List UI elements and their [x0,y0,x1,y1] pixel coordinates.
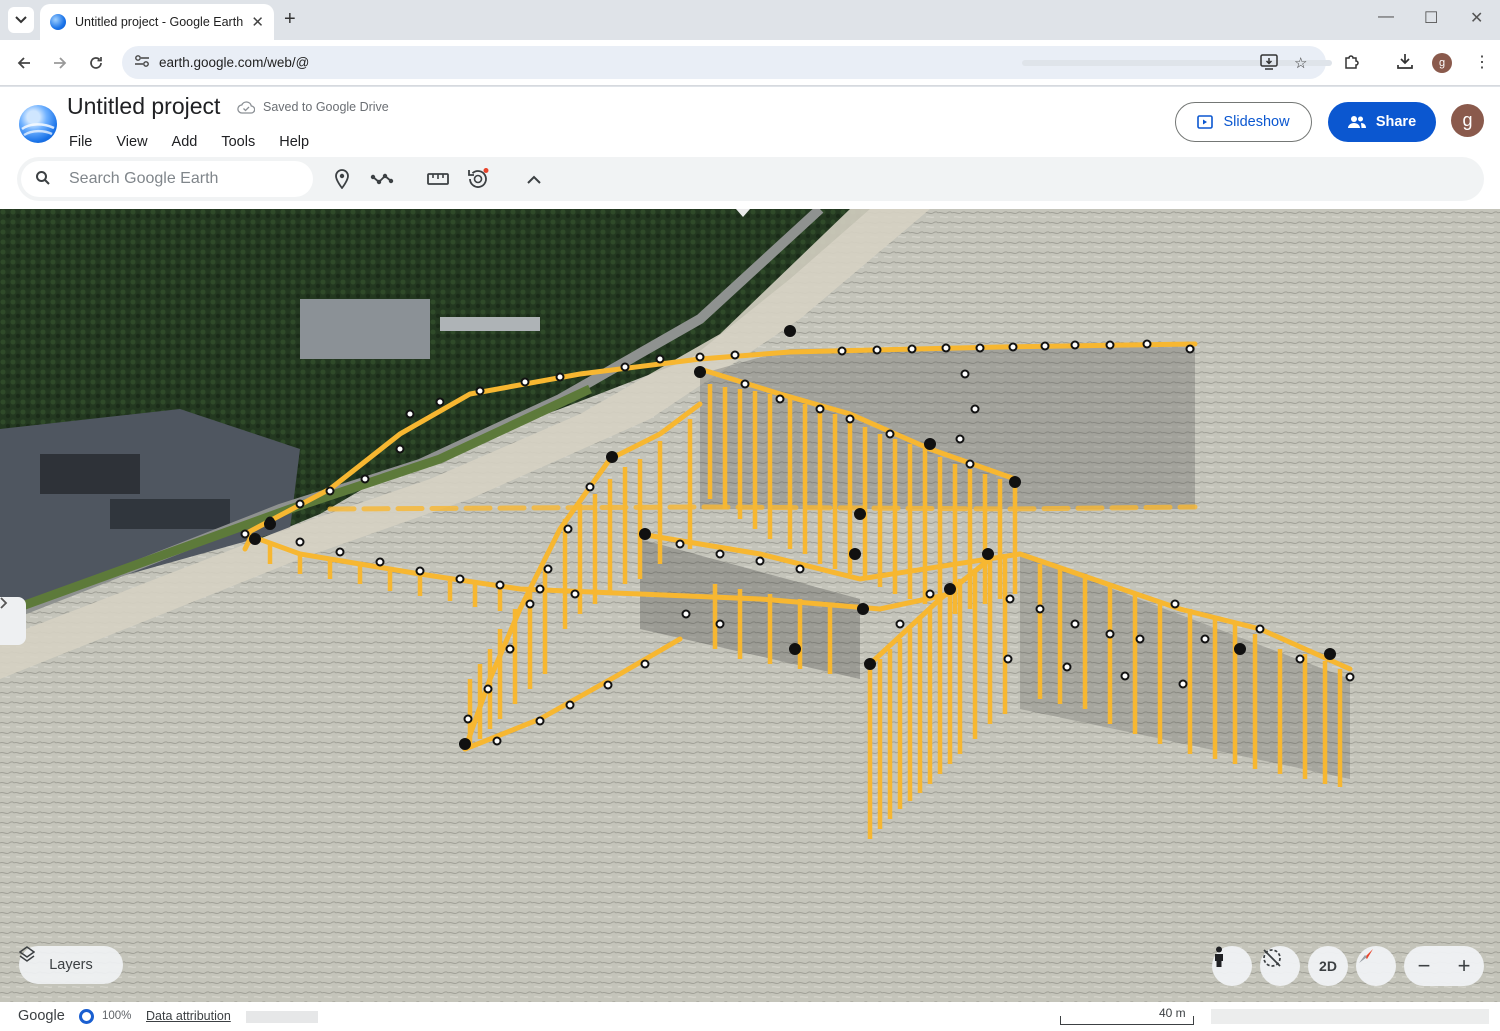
slideshow-label: Slideshow [1223,114,1290,130]
window-close-button[interactable]: ✕ [1470,8,1483,28]
site-settings-icon[interactable] [134,54,150,71]
map-footer: Google 100% Data attribution 40 m [0,1002,1500,1031]
cloud-done-icon [237,100,255,114]
search-icon [35,170,51,191]
layers-button[interactable]: Layers [19,946,123,984]
draw-path-icon[interactable] [370,167,394,191]
chevron-down-icon [15,16,27,24]
chevron-right-icon [0,597,8,609]
building [40,454,140,494]
zoom-in-button[interactable]: + [1458,953,1471,979]
tilt-reset-button[interactable] [1260,946,1300,986]
pegman-button[interactable] [1212,946,1252,986]
browser-tab[interactable]: Untitled project - Google Earth ✕ [40,4,274,40]
downloads-icon[interactable] [1396,52,1414,75]
maximize-button[interactable]: ☐ [1424,8,1438,28]
earth-header: Untitled project Saved to Google Drive F… [0,87,1500,209]
save-status: Saved to Google Drive [237,100,389,114]
extensions-icon[interactable] [1343,52,1361,75]
url-redacted [1022,60,1332,66]
zoom-controls: − + [1404,946,1484,986]
compass-button[interactable] [1356,946,1396,986]
slideshow-icon [1197,115,1214,129]
coordinates-redacted [1211,1009,1489,1024]
browser-toolbar: earth.google.com/web/@ ☆ g ⋮ [0,40,1500,86]
reload-button[interactable] [83,50,109,76]
tab-search-button[interactable] [8,7,34,33]
data-attribution-link[interactable]: Data attribution [146,1009,231,1023]
map-viewport[interactable]: Layers 2D − + [0,209,1500,1002]
loading-indicator-icon [79,1009,94,1024]
collapse-toolbar-chevron-up-icon[interactable] [522,167,546,191]
minimize-button[interactable]: — [1378,8,1394,26]
arrow-left-icon [17,57,30,69]
attribution-redacted [246,1011,318,1023]
bookmark-star-icon[interactable]: ☆ [1294,54,1307,72]
measure-ruler-icon[interactable] [426,167,450,191]
forward-button[interactable] [47,50,73,76]
search-input[interactable] [69,161,299,197]
browser-tab-bar: Untitled project - Google Earth ✕ + — ☐ … [0,0,1500,40]
install-app-icon[interactable] [1260,54,1278,74]
save-status-text: Saved to Google Drive [263,100,389,114]
people-icon [1347,116,1366,128]
scale-label: 40 m [1159,1006,1186,1020]
zoom-out-button[interactable]: − [1418,953,1431,979]
menu-help[interactable]: Help [279,134,309,150]
reload-icon [90,57,102,69]
share-label: Share [1375,114,1417,130]
building [110,499,230,529]
building [300,299,430,359]
menu-view[interactable]: View [116,134,147,150]
address-bar[interactable]: earth.google.com/web/@ ☆ [122,46,1332,79]
share-button[interactable]: Share [1328,102,1436,142]
slideshow-button[interactable]: Slideshow [1175,102,1312,142]
layers-label: Layers [49,957,93,973]
account-avatar[interactable]: g [1451,104,1484,137]
no-tilt-icon [1263,949,1281,967]
new-tab-button[interactable]: + [284,8,296,31]
url-text: earth.google.com/web/@ [159,55,310,70]
building [440,317,540,331]
search-box[interactable] [21,161,313,197]
menu-add[interactable]: Add [172,134,198,150]
extrusion-wall [700,344,1195,509]
browser-profile-avatar[interactable]: g [1432,53,1452,73]
project-title[interactable]: Untitled project [67,93,220,120]
menu-tools[interactable]: Tools [221,134,255,150]
add-placemark-icon[interactable] [330,167,354,191]
menu-bar: File View Add Tools Help [69,134,309,150]
google-earth-favicon-icon [50,14,66,30]
compass-icon [1359,949,1373,963]
arrow-right-icon [54,57,67,69]
tab-title: Untitled project - Google Earth [75,15,244,29]
browser-menu-icon[interactable]: ⋮ [1474,52,1490,72]
menu-file[interactable]: File [69,134,92,150]
earth-3d-scene[interactable] [0,209,1500,1002]
tab-close-icon[interactable]: ✕ [251,13,264,31]
side-panel-toggle[interactable] [0,597,26,645]
google-logo: Google [18,1008,65,1024]
pegman-icon [1215,946,1223,967]
historical-imagery-icon[interactable] [466,167,490,191]
google-earth-logo[interactable] [19,105,57,143]
earth-tools-row [17,157,1484,201]
back-button[interactable] [11,50,37,76]
view-2d-button[interactable]: 2D [1308,946,1348,986]
load-percent: 100% [102,1010,132,1022]
layers-icon [19,946,35,962]
